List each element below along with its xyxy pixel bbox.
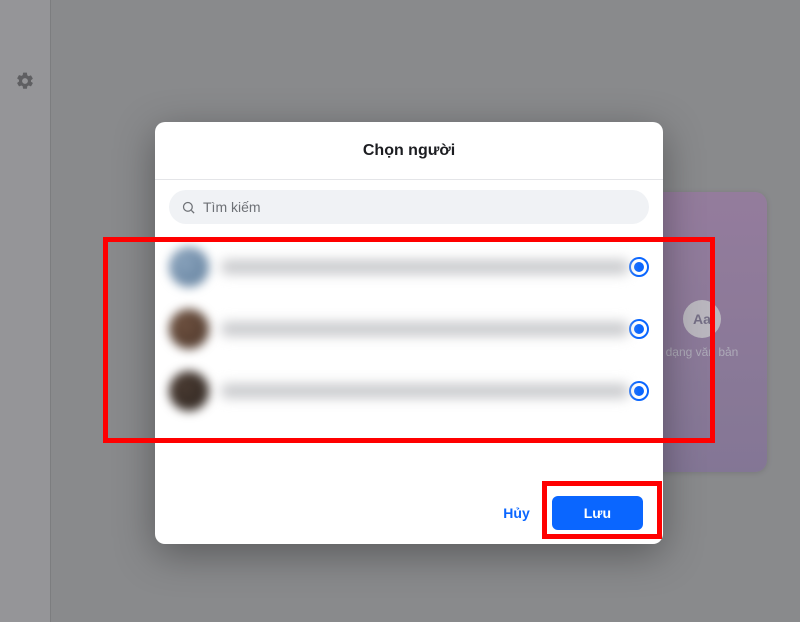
dialog-title: Chọn người — [155, 122, 663, 180]
select-people-dialog: Chọn người Hủy Lưu — [155, 122, 663, 544]
search-icon — [181, 200, 196, 215]
avatar — [169, 371, 209, 411]
people-list — [155, 230, 663, 482]
dialog-search-row — [155, 180, 663, 230]
cancel-button[interactable]: Hủy — [497, 497, 535, 529]
person-name-blurred — [221, 322, 629, 336]
selection-radio[interactable] — [629, 381, 649, 401]
search-field[interactable] — [169, 190, 649, 224]
selection-radio[interactable] — [629, 257, 649, 277]
person-row[interactable] — [169, 360, 649, 422]
search-input[interactable] — [203, 199, 637, 215]
save-button[interactable]: Lưu — [552, 496, 643, 530]
avatar — [169, 309, 209, 349]
selection-radio[interactable] — [629, 319, 649, 339]
person-row[interactable] — [169, 298, 649, 360]
person-name-blurred — [221, 260, 629, 274]
person-row[interactable] — [169, 236, 649, 298]
person-name-blurred — [221, 384, 629, 398]
dialog-footer: Hủy Lưu — [155, 482, 663, 544]
avatar — [169, 247, 209, 287]
